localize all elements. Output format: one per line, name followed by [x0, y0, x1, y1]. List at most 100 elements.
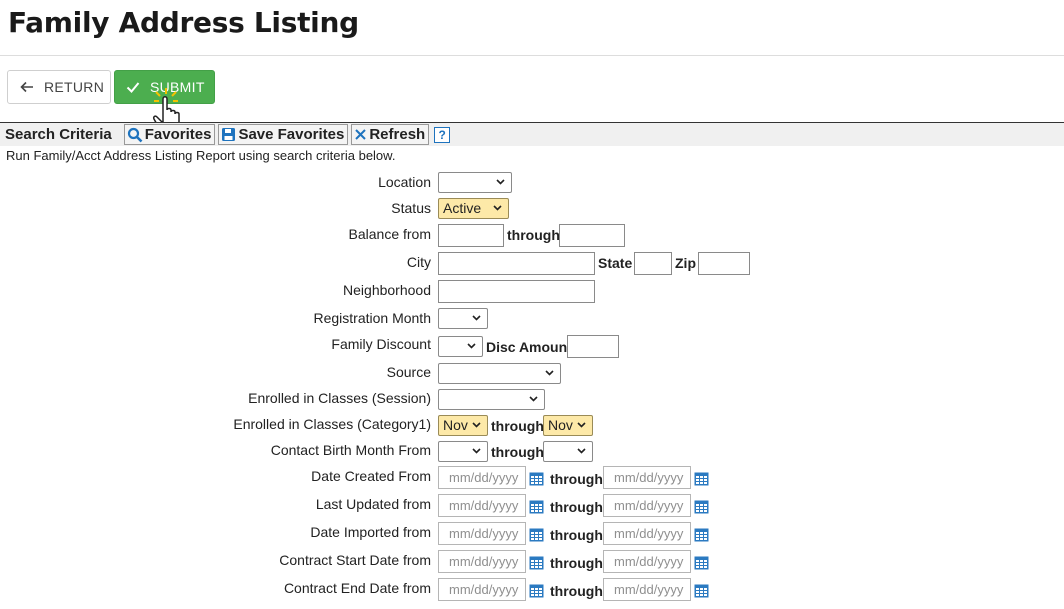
enrolled-category-through-label: through: [491, 418, 544, 434]
disc-amount-label: Disc Amount: [486, 339, 572, 355]
search-criteria-label: Search Criteria: [5, 126, 112, 143]
registration-month-row: Registration Month: [0, 308, 1064, 332]
favorites-button[interactable]: Favorites: [123, 124, 216, 145]
calendar-icon[interactable]: [529, 583, 544, 598]
status-label: Status: [391, 200, 431, 216]
chevron-down-icon: [545, 370, 554, 376]
last-updated-to-input[interactable]: mm/dd/yyyy: [603, 494, 691, 517]
contract-end-from-input[interactable]: mm/dd/yyyy: [438, 578, 526, 601]
state-input[interactable]: [634, 252, 672, 275]
chevron-down-icon: [496, 179, 505, 185]
last-updated-row: Last Updated from mm/dd/yyyy through mm/…: [0, 494, 1064, 518]
enrolled-category-from-value: Nov: [443, 417, 468, 433]
date-imported-from-input[interactable]: mm/dd/yyyy: [438, 522, 526, 545]
favorites-label: Favorites: [144, 126, 212, 143]
status-select[interactable]: Active: [438, 198, 509, 219]
calendar-icon[interactable]: [529, 527, 544, 542]
contract-start-from-input[interactable]: mm/dd/yyyy: [438, 550, 526, 573]
check-icon: [126, 82, 140, 93]
chevron-down-icon: [577, 448, 586, 454]
contract-start-label: Contract Start Date from: [279, 552, 431, 568]
source-select[interactable]: [438, 363, 561, 384]
save-favorites-label: Save Favorites: [238, 126, 345, 143]
title-divider: [0, 55, 1064, 56]
calendar-icon[interactable]: [694, 471, 709, 486]
date-imported-through-label: through: [550, 527, 603, 543]
birth-month-through-label: through: [491, 444, 544, 460]
family-discount-row: Family Discount Disc Amount: [0, 334, 1064, 358]
calendar-icon[interactable]: [529, 555, 544, 570]
help-icon[interactable]: ?: [434, 126, 451, 143]
city-input[interactable]: [438, 252, 595, 275]
source-label: Source: [386, 364, 431, 380]
calendar-icon[interactable]: [694, 527, 709, 542]
contract-end-to-input[interactable]: mm/dd/yyyy: [603, 578, 691, 601]
instructions-text: Run Family/Acct Address Listing Report u…: [6, 148, 396, 163]
chevron-down-icon: [577, 422, 586, 428]
source-row: Source: [0, 362, 1064, 386]
last-updated-from-input[interactable]: mm/dd/yyyy: [438, 494, 526, 517]
calendar-icon[interactable]: [694, 499, 709, 514]
enrolled-category-to-value: Nov: [548, 417, 573, 433]
zip-label: Zip: [675, 255, 696, 271]
date-created-label: Date Created From: [311, 468, 431, 484]
neighborhood-input[interactable]: [438, 280, 595, 303]
chevron-down-icon: [493, 205, 502, 211]
registration-month-label: Registration Month: [313, 310, 431, 326]
enrolled-session-label: Enrolled in Classes (Session): [248, 390, 431, 406]
last-updated-through-label: through: [550, 499, 603, 515]
birth-month-label: Contact Birth Month From: [270, 442, 431, 458]
save-favorites-button[interactable]: Save Favorites: [218, 124, 349, 145]
date-imported-to-input[interactable]: mm/dd/yyyy: [603, 522, 691, 545]
date-imported-row: Date Imported from mm/dd/yyyy through mm…: [0, 522, 1064, 546]
balance-through-label: through: [507, 227, 560, 243]
contract-start-to-input[interactable]: mm/dd/yyyy: [603, 550, 691, 573]
disc-amount-input[interactable]: [567, 335, 619, 358]
chevron-down-icon: [472, 422, 481, 428]
birth-month-from-select[interactable]: [438, 441, 488, 462]
calendar-icon[interactable]: [694, 555, 709, 570]
submit-button[interactable]: SUBMIT: [114, 70, 215, 104]
state-label: State: [598, 255, 633, 271]
family-discount-select[interactable]: [438, 336, 483, 357]
balance-from-label: Balance from: [348, 226, 431, 242]
zip-input[interactable]: [698, 252, 750, 275]
balance-through-input[interactable]: [559, 224, 625, 247]
chevron-down-icon: [472, 315, 481, 321]
neighborhood-row: Neighborhood: [0, 280, 1064, 304]
page-title: Family Address Listing: [8, 6, 359, 39]
balance-from-input[interactable]: [438, 224, 504, 247]
contract-end-through-label: through: [550, 583, 603, 599]
enrolled-category-row: Enrolled in Classes (Category1) Nov thro…: [0, 414, 1064, 438]
registration-month-select[interactable]: [438, 308, 488, 329]
family-discount-label: Family Discount: [331, 336, 431, 352]
enrolled-category-to-select[interactable]: Nov: [543, 415, 593, 436]
arrow-left-icon: [20, 81, 33, 93]
refresh-label: Refresh: [369, 126, 426, 143]
location-select[interactable]: [438, 172, 512, 193]
date-created-through-label: through: [550, 471, 603, 487]
status-value: Active: [443, 200, 482, 216]
date-created-from-input[interactable]: mm/dd/yyyy: [438, 466, 526, 489]
city-label: City: [406, 254, 431, 270]
calendar-icon[interactable]: [694, 583, 709, 598]
birth-month-to-select[interactable]: [543, 441, 593, 462]
date-created-row: Date Created From mm/dd/yyyy through mm/…: [0, 466, 1064, 490]
neighborhood-label: Neighborhood: [343, 282, 431, 298]
enrolled-session-row: Enrolled in Classes (Session): [0, 388, 1064, 412]
calendar-icon[interactable]: [529, 471, 544, 486]
location-label: Location: [378, 174, 431, 190]
return-label: RETURN: [44, 79, 105, 95]
enrolled-session-select[interactable]: [438, 389, 545, 410]
birth-month-row: Contact Birth Month From through: [0, 440, 1064, 464]
chevron-down-icon: [529, 396, 538, 402]
search-criteria-toolbar: Search Criteria Favorites Save Favorites…: [0, 122, 1064, 146]
location-row: Location: [0, 172, 1064, 196]
calendar-icon[interactable]: [529, 499, 544, 514]
refresh-button[interactable]: Refresh: [351, 124, 430, 145]
return-button[interactable]: RETURN: [7, 70, 111, 104]
chevron-down-icon: [467, 343, 476, 349]
date-created-to-input[interactable]: mm/dd/yyyy: [603, 466, 691, 489]
contract-end-row: Contract End Date from mm/dd/yyyy throug…: [0, 578, 1064, 602]
enrolled-category-from-select[interactable]: Nov: [438, 415, 488, 436]
